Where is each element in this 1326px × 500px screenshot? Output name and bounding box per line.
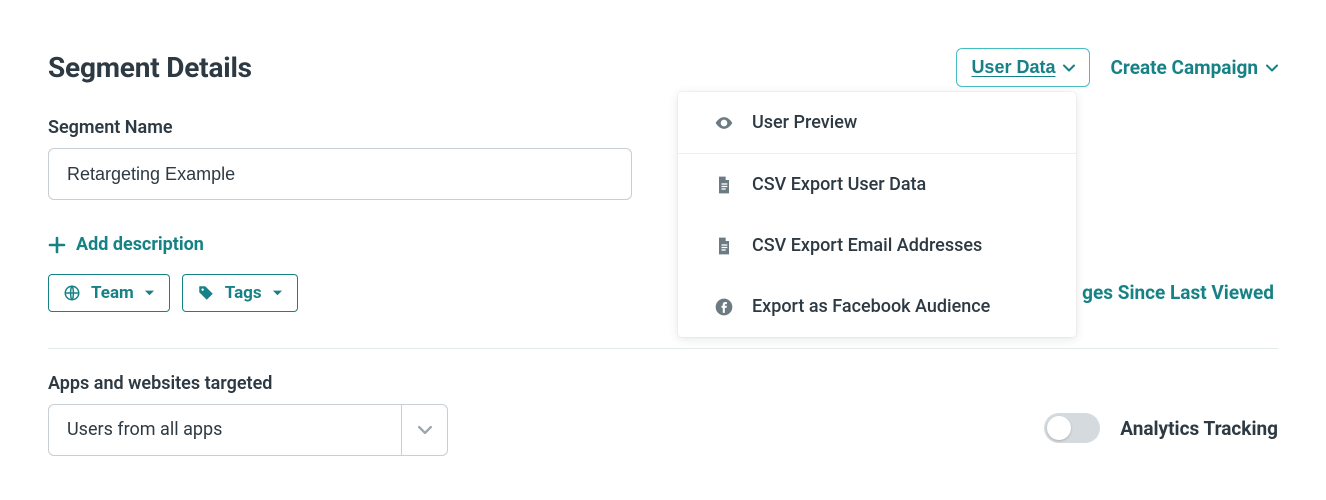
analytics-tracking-toggle[interactable] [1044, 413, 1100, 443]
changes-since-last-viewed-link[interactable]: ges Since Last Viewed [1082, 281, 1274, 304]
user-data-dropdown-button[interactable]: User Data [956, 48, 1090, 87]
facebook-icon [714, 297, 734, 317]
divider [48, 348, 1278, 349]
menu-item-label: CSV Export Email Addresses [752, 235, 982, 256]
header-actions: User Data Create Campaign [956, 48, 1278, 87]
apps-targeted-label: Apps and websites targeted [48, 373, 448, 394]
chevron-down-icon [1063, 62, 1075, 74]
apps-targeted-select[interactable]: Users from all apps [48, 404, 448, 456]
add-description-button[interactable]: Add description [48, 234, 204, 255]
caret-down-icon [272, 287, 283, 298]
segment-name-field: Segment Name [48, 117, 1278, 200]
menu-item-label: Export as Facebook Audience [752, 296, 990, 317]
globe-icon [63, 284, 81, 302]
plus-icon [48, 236, 66, 254]
file-icon [714, 236, 734, 256]
team-chip-label: Team [91, 283, 134, 303]
menu-item-csv-export-email-addresses[interactable]: CSV Export Email Addresses [678, 215, 1076, 276]
menu-item-csv-export-user-data[interactable]: CSV Export User Data [678, 154, 1076, 215]
segment-name-label: Segment Name [48, 117, 1278, 138]
chevron-down-icon [401, 405, 447, 455]
tag-icon [197, 284, 215, 302]
apps-targeted-field: Apps and websites targeted Users from al… [48, 373, 448, 456]
tags-chip[interactable]: Tags [182, 274, 298, 312]
menu-item-label: User Preview [752, 112, 857, 133]
create-campaign-button[interactable]: Create Campaign [1110, 56, 1278, 79]
add-description-label: Add description [76, 234, 204, 255]
create-campaign-label: Create Campaign [1110, 56, 1258, 79]
user-data-menu: User Preview CSV Export User Data CSV Ex… [678, 92, 1076, 337]
analytics-tracking-label: Analytics Tracking [1120, 417, 1278, 440]
eye-icon [714, 113, 734, 133]
chevron-down-icon [1266, 62, 1278, 74]
analytics-tracking: Analytics Tracking [1044, 413, 1278, 443]
apps-targeted-value: Users from all apps [49, 419, 240, 440]
page-title: Segment Details [48, 51, 252, 84]
team-chip[interactable]: Team [48, 274, 170, 312]
menu-item-label: CSV Export User Data [752, 174, 926, 195]
tags-chip-label: Tags [225, 283, 262, 303]
menu-item-export-facebook-audience[interactable]: Export as Facebook Audience [678, 276, 1076, 337]
segment-name-input[interactable] [48, 148, 632, 200]
user-data-label: User Data [971, 57, 1055, 78]
menu-item-user-preview[interactable]: User Preview [678, 92, 1076, 153]
caret-down-icon [144, 287, 155, 298]
file-icon [714, 175, 734, 195]
